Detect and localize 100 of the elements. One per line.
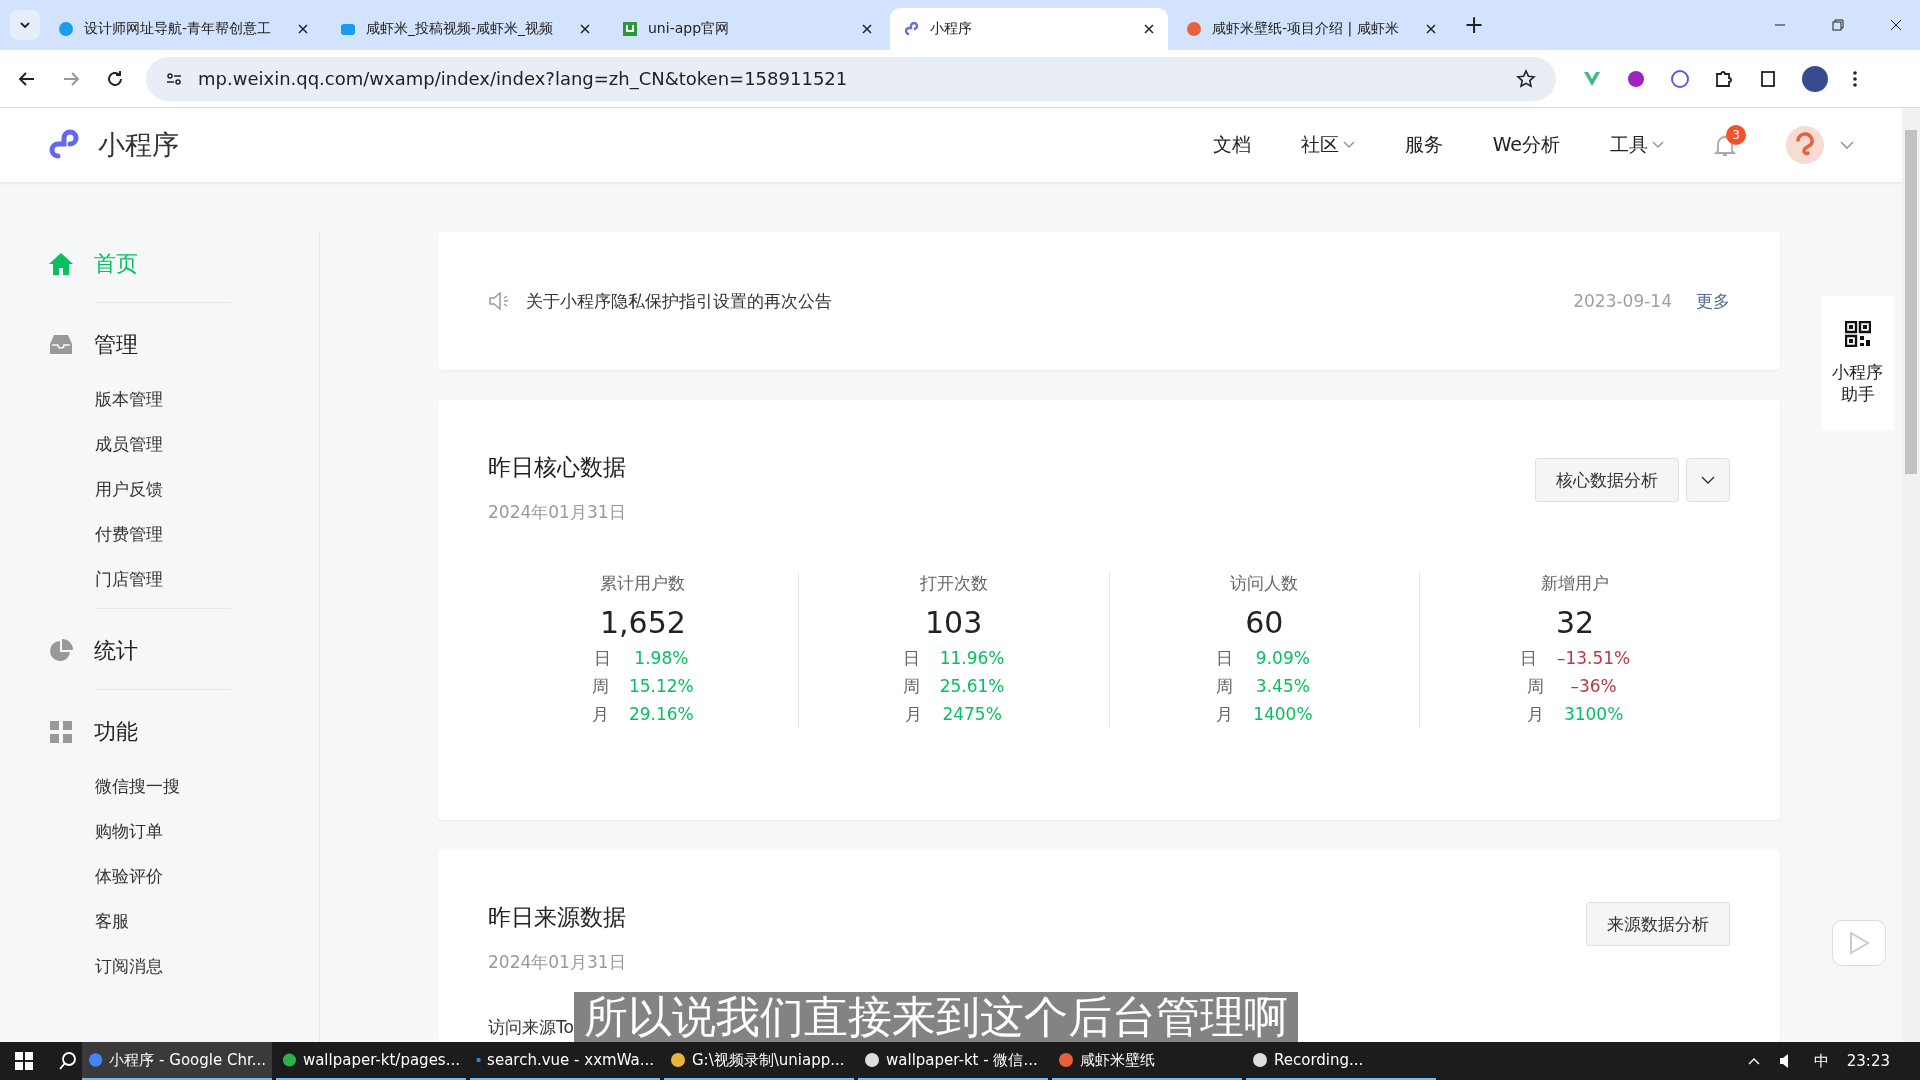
stat-value: 32 xyxy=(1556,605,1595,640)
change-percent: 1400% xyxy=(1252,703,1313,726)
helper-panel[interactable]: 小程序助手 xyxy=(1822,296,1894,430)
sidebar-subitem[interactable]: 付费管理 xyxy=(48,512,319,557)
stat-value: 60 xyxy=(1245,605,1284,640)
sidebar-subitem[interactable]: 版本管理 xyxy=(48,377,319,422)
taskbar-app[interactable]: wallpaper-kt/pages... xyxy=(276,1042,466,1080)
change-percent: 2475% xyxy=(942,703,1003,726)
reload-icon[interactable] xyxy=(106,69,124,88)
close-icon[interactable] xyxy=(1426,24,1436,34)
change-percent: 9.09% xyxy=(1254,647,1311,670)
browser-tab[interactable]: 小程序 xyxy=(890,8,1168,50)
grid-icon xyxy=(48,719,74,745)
sidebar-item[interactable]: 功能 xyxy=(48,700,319,764)
close-icon[interactable] xyxy=(298,24,308,34)
change-percent: –36% xyxy=(1569,675,1618,698)
chevron-down-icon xyxy=(1701,476,1715,484)
more-link[interactable]: 更多 xyxy=(1696,289,1730,313)
restore-icon[interactable] xyxy=(1832,19,1844,31)
nav-link[interactable]: 服务 xyxy=(1404,132,1443,158)
stat-value: 103 xyxy=(925,605,983,640)
change-percent: 3.45% xyxy=(1254,675,1311,698)
close-icon[interactable] xyxy=(1890,19,1902,31)
nav-link[interactable]: 社区 xyxy=(1300,132,1355,158)
period-label: 月 xyxy=(1215,703,1233,726)
period-label: 日 xyxy=(1519,647,1537,670)
nav-link[interactable]: 工具 xyxy=(1610,132,1664,158)
change-percent: 25.61% xyxy=(939,675,1005,698)
sidebar-item[interactable]: 统计 xyxy=(48,619,319,683)
analysis-button[interactable]: 来源数据分析 xyxy=(1586,902,1730,946)
stat-label: 新增用户 xyxy=(1541,572,1610,595)
taskbar-app[interactable]: 小程序 - Google Chr... xyxy=(82,1042,272,1080)
sidebar-subitem[interactable]: 体验评价 xyxy=(48,854,319,899)
browser-tab[interactable]: 咸虾米壁纸-项目介绍 | 咸虾米 xyxy=(1172,8,1450,50)
period-label: 日 xyxy=(902,647,920,670)
clock[interactable]: 23:23 xyxy=(1846,1052,1890,1070)
browser-tab[interactable]: uni-app官网 xyxy=(608,8,886,50)
period-label: 日 xyxy=(594,647,612,670)
site-icon xyxy=(340,21,356,37)
extension-icon[interactable] xyxy=(1670,68,1690,89)
browser-tab[interactable]: 咸虾米_投稿视频-咸虾米_视频 xyxy=(326,8,604,50)
taskbar-app[interactable]: G:\视频录制\uniapp... xyxy=(664,1042,854,1080)
sidebar-subitem[interactable]: 用户反馈 xyxy=(48,467,319,512)
stat-label: 访问人数 xyxy=(1230,572,1299,595)
period-label: 日 xyxy=(1215,647,1233,670)
nav-link[interactable]: We分析 xyxy=(1492,132,1560,158)
app-icon xyxy=(88,1052,104,1068)
close-icon[interactable] xyxy=(862,24,872,34)
sidebar-subitem[interactable]: 微信搜一搜 xyxy=(48,764,319,809)
more-icon[interactable] xyxy=(1852,69,1858,88)
app-icon xyxy=(282,1052,297,1068)
chevron-down-icon[interactable] xyxy=(1840,140,1854,150)
change-percent: 3100% xyxy=(1563,703,1624,726)
notice-title[interactable]: 关于小程序隐私保护指引设置的再次公告 xyxy=(526,289,1560,313)
tab-list-button[interactable] xyxy=(10,10,40,40)
site-settings-icon[interactable] xyxy=(166,70,182,87)
back-icon[interactable] xyxy=(18,69,36,88)
section-title: 昨日核心数据 xyxy=(488,453,626,482)
app-icon xyxy=(1058,1052,1074,1068)
close-icon[interactable] xyxy=(1144,24,1154,34)
puzzle-icon[interactable] xyxy=(1714,68,1734,89)
sidebar-subitem[interactable]: 成员管理 xyxy=(48,422,319,467)
caret-up-icon[interactable] xyxy=(1747,1057,1760,1065)
sidebar-subitem[interactable]: 客服 xyxy=(48,899,319,944)
taskbar-app[interactable]: wallpaper-kt - 微信... xyxy=(858,1042,1048,1080)
sidebar-subitem[interactable]: 门店管理 xyxy=(48,557,319,602)
profile-avatar[interactable] xyxy=(1802,65,1828,92)
side-panel-icon[interactable] xyxy=(1758,68,1778,89)
search-icon[interactable] xyxy=(58,1051,78,1071)
site-icon xyxy=(1186,21,1202,37)
site-icon xyxy=(58,21,74,37)
address-bar[interactable]: mp.weixin.qq.com/wxamp/index/index?lang=zh_CN&token=158911521 xyxy=(146,56,1556,101)
input-method[interactable]: 中 xyxy=(1813,1051,1829,1071)
section-date: 2024年01月31日 xyxy=(488,951,626,974)
section-title: 昨日来源数据 xyxy=(488,903,626,932)
new-tab-button[interactable]: + xyxy=(1454,11,1495,39)
stat-label: 累计用户数 xyxy=(600,572,686,595)
app-icon xyxy=(864,1052,880,1068)
qr-code-icon xyxy=(1845,320,1871,347)
stat-label: 打开次数 xyxy=(919,572,988,595)
scroll-thumb[interactable] xyxy=(1905,130,1917,474)
video-subtitle: 所以说我们直接来到这个后台管理啊 xyxy=(574,992,1298,1042)
nav-link[interactable]: 文档 xyxy=(1212,132,1251,158)
windows-start-icon[interactable] xyxy=(14,1051,34,1071)
analysis-button[interactable]: 核心数据分析 xyxy=(1535,458,1679,502)
user-avatar[interactable] xyxy=(1786,126,1824,164)
sidebar-subitem[interactable]: 订阅消息 xyxy=(48,944,319,989)
chevron-down-icon xyxy=(19,19,31,31)
taskbar-app[interactable]: Recording... xyxy=(1246,1042,1436,1080)
extension-icon[interactable] xyxy=(1626,68,1646,89)
browser-tab[interactable]: 设计师网址导航-青年帮创意工 xyxy=(44,8,322,50)
scrollbar[interactable] xyxy=(1902,108,1920,1042)
period-label: 月 xyxy=(1526,703,1544,726)
sidebar-item[interactable]: 管理 xyxy=(48,313,319,377)
star-icon[interactable] xyxy=(1516,68,1536,89)
sidebar-subitem[interactable]: 购物订单 xyxy=(48,809,319,854)
taskbar-app[interactable]: search.vue - xxmWa... xyxy=(470,1042,660,1080)
taskbar-app[interactable]: 咸虾米壁纸 xyxy=(1052,1042,1242,1080)
close-icon[interactable] xyxy=(580,24,590,34)
forward-icon[interactable] xyxy=(62,69,80,88)
